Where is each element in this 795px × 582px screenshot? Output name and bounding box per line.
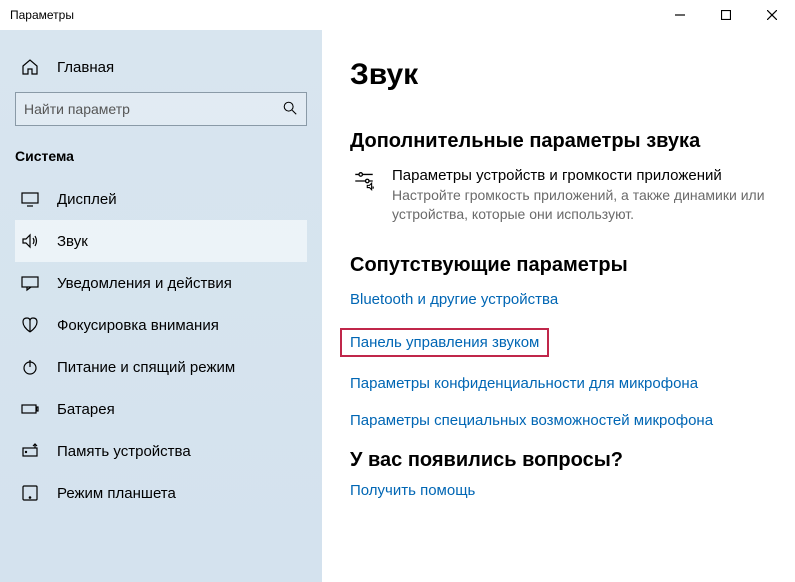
sidebar-item-label: Питание и спящий режим — [57, 359, 235, 376]
focus-icon — [21, 316, 39, 334]
link-sound-control-panel[interactable]: Панель управления звуком — [340, 328, 549, 357]
setting-desc: Настройте громкость приложений, а также … — [392, 186, 767, 224]
content-area: Звук Дополнительные параметры звука Пара… — [322, 30, 795, 582]
link-get-help[interactable]: Получить помощь — [350, 482, 767, 499]
window-title: Параметры — [10, 8, 657, 22]
section-heading-related: Сопутствующие параметры — [350, 254, 767, 277]
sidebar-item-battery[interactable]: Батарея — [15, 388, 307, 430]
setting-app-volume[interactable]: Параметры устройств и громкости приложен… — [350, 167, 767, 224]
sidebar-item-label: Дисплей — [57, 191, 117, 208]
battery-icon — [21, 400, 39, 418]
sidebar-item-sound[interactable]: Звук — [15, 220, 307, 262]
sidebar-home-label: Главная — [57, 59, 114, 76]
tablet-icon — [21, 484, 39, 502]
section-heading-additional: Дополнительные параметры звука — [350, 130, 767, 153]
sidebar-item-label: Звук — [57, 233, 88, 250]
page-title: Звук — [350, 58, 767, 92]
sound-icon — [21, 232, 39, 250]
link-bluetooth[interactable]: Bluetooth и другие устройства — [350, 291, 767, 308]
sidebar-item-tablet[interactable]: Режим планшета — [15, 472, 307, 514]
storage-icon — [21, 442, 39, 460]
home-icon — [21, 58, 39, 76]
sidebar-item-label: Батарея — [57, 401, 115, 418]
setting-title: Параметры устройств и громкости приложен… — [392, 167, 767, 184]
sidebar: Главная Система Дисплей Звук Уведо — [0, 30, 322, 582]
power-icon — [21, 358, 39, 376]
sidebar-item-focus[interactable]: Фокусировка внимания — [15, 304, 307, 346]
notifications-icon — [21, 274, 39, 292]
sidebar-item-storage[interactable]: Память устройства — [15, 430, 307, 472]
sidebar-item-label: Память устройства — [57, 443, 191, 460]
sidebar-item-display[interactable]: Дисплей — [15, 178, 307, 220]
search-input[interactable] — [24, 101, 282, 117]
minimize-button[interactable] — [657, 0, 703, 30]
close-button[interactable] — [749, 0, 795, 30]
search-icon — [282, 100, 298, 119]
sidebar-category: Система — [15, 144, 307, 178]
sidebar-home[interactable]: Главная — [15, 48, 307, 92]
questions-heading: У вас появились вопросы? — [350, 449, 767, 472]
maximize-button[interactable] — [703, 0, 749, 30]
link-mic-privacy[interactable]: Параметры конфиденциальности для микрофо… — [350, 375, 767, 392]
display-icon — [21, 190, 39, 208]
sidebar-item-label: Режим планшета — [57, 485, 176, 502]
window-controls — [657, 0, 795, 30]
sidebar-item-notifications[interactable]: Уведомления и действия — [15, 262, 307, 304]
mixer-icon — [350, 167, 378, 224]
titlebar: Параметры — [0, 0, 795, 30]
search-box[interactable] — [15, 92, 307, 126]
sidebar-item-power[interactable]: Питание и спящий режим — [15, 346, 307, 388]
link-mic-accessibility[interactable]: Параметры специальных возможностей микро… — [350, 412, 767, 429]
sidebar-item-label: Фокусировка внимания — [57, 317, 219, 334]
sidebar-item-label: Уведомления и действия — [57, 275, 232, 292]
